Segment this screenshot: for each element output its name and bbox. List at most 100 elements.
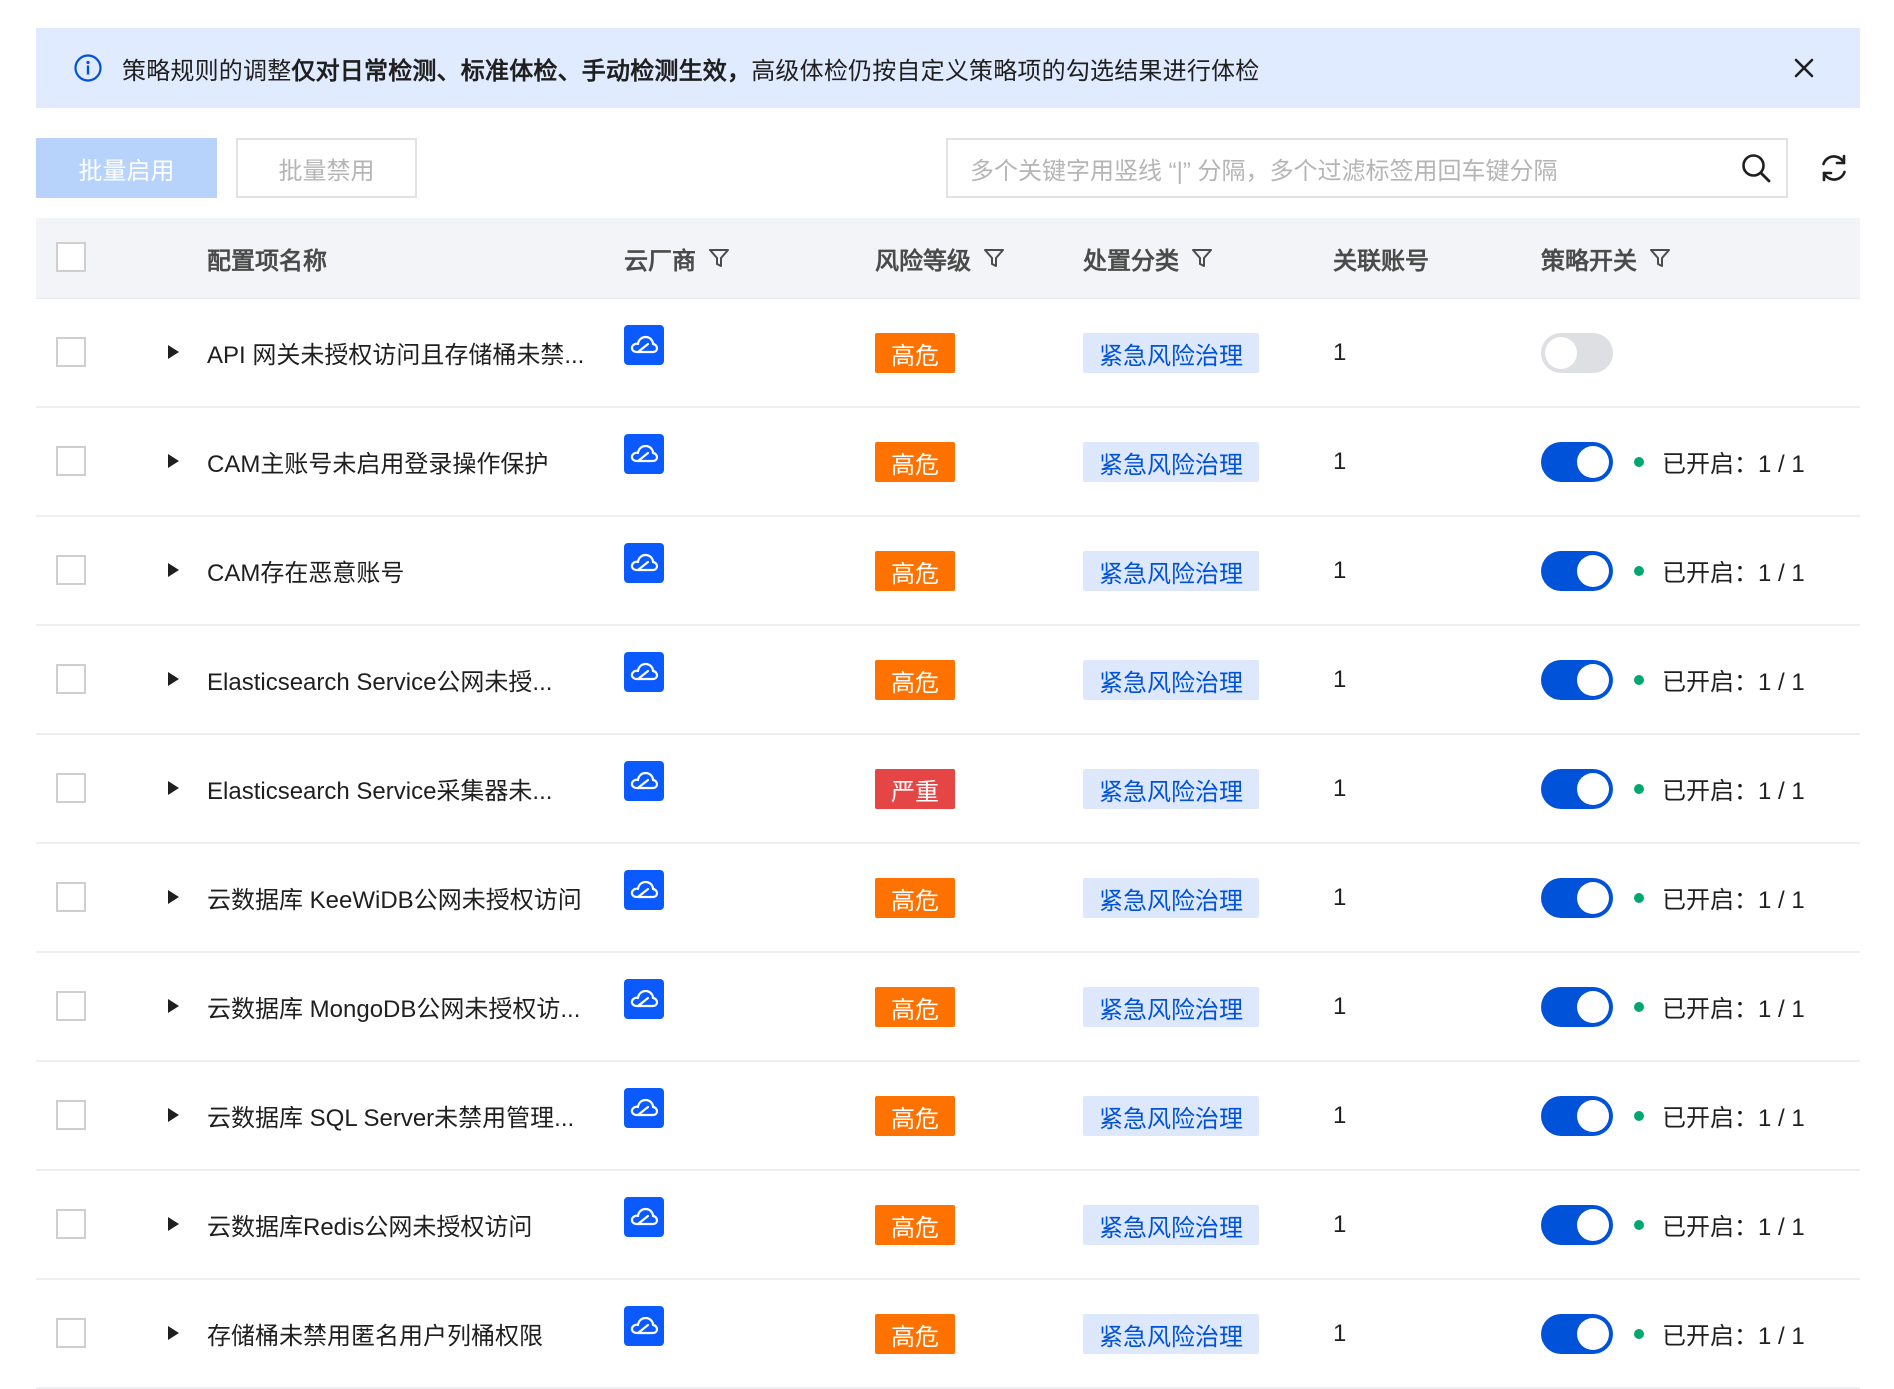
header-cloud-label: 云厂商 [624, 247, 696, 275]
tencent-cloud-icon [624, 1088, 664, 1128]
search-input[interactable]: 多个关键字用竖线 “|” 分隔，多个过滤标签用回车键分隔 [946, 138, 1788, 198]
strategy-switch[interactable] [1541, 878, 1613, 918]
switch-status-text: 已开启：1 / 1 [1662, 996, 1805, 1023]
risk-level-badge: 高危 [875, 1096, 955, 1136]
table-row[interactable]: 存储桶未禁用匿名用户列桶权限 高危 紧急风险治理 1 已开启：1 / 1 [36, 1280, 1860, 1389]
switch-status: 已开启：1 / 1 [1634, 408, 1805, 515]
caret-right-icon[interactable] [161, 340, 185, 364]
strategy-switch[interactable] [1541, 551, 1613, 591]
table-row[interactable]: 云数据库 SQL Server未禁用管理... 高危 紧急风险治理 1 已开启：… [36, 1062, 1860, 1171]
row-checkbox[interactable] [56, 1318, 86, 1348]
category-tag: 紧急风险治理 [1083, 987, 1259, 1027]
table-row[interactable]: 云数据库 MongoDB公网未授权访... 高危 紧急风险治理 1 已开启：1 … [36, 953, 1860, 1062]
status-dot-icon [1634, 1328, 1644, 1339]
config-item-name[interactable]: 云数据库Redis公网未授权访问 [207, 1171, 532, 1278]
strategy-switch[interactable] [1541, 769, 1613, 809]
refresh-icon[interactable] [1814, 148, 1854, 188]
strategy-switch[interactable] [1541, 1314, 1613, 1354]
status-dot-icon [1634, 783, 1644, 794]
table-row[interactable]: Elasticsearch Service采集器未... 严重 紧急风险治理 1… [36, 735, 1860, 844]
category-tag: 紧急风险治理 [1083, 660, 1259, 700]
row-checkbox[interactable] [56, 773, 86, 803]
search-placeholder: 多个关键字用竖线 “|” 分隔，多个过滤标签用回车键分隔 [970, 157, 1558, 185]
tencent-cloud-icon [624, 652, 664, 692]
tencent-cloud-icon [624, 325, 664, 365]
switch-status: 已开启：1 / 1 [1634, 735, 1805, 842]
risk-level-badge: 高危 [875, 333, 955, 373]
linked-account-count: 1 [1333, 1319, 1347, 1347]
tencent-cloud-icon [624, 434, 664, 474]
strategy-switch[interactable] [1541, 1096, 1613, 1136]
config-item-name[interactable]: Elasticsearch Service采集器未... [207, 735, 552, 842]
row-checkbox[interactable] [56, 337, 86, 367]
config-item-name[interactable]: 云数据库 KeeWiDB公网未授权访问 [207, 844, 582, 951]
config-item-name[interactable]: CAM存在恶意账号 [207, 517, 404, 624]
batch-disable-button[interactable]: 批量禁用 [236, 138, 417, 198]
config-item-name[interactable]: 云数据库 MongoDB公网未授权访... [207, 953, 580, 1060]
strategy-switch[interactable] [1541, 442, 1613, 482]
config-item-name[interactable]: API 网关未授权访问且存储桶未禁... [207, 299, 584, 406]
row-checkbox[interactable] [56, 1209, 86, 1239]
caret-right-icon[interactable] [161, 776, 185, 800]
caret-right-icon[interactable] [161, 1212, 185, 1236]
table-row[interactable]: CAM主账号未启用登录操作保护 高危 紧急风险治理 1 已开启：1 / 1 [36, 408, 1860, 517]
search-icon[interactable] [1726, 140, 1786, 196]
table-row[interactable]: CAM存在恶意账号 高危 紧急风险治理 1 已开启：1 / 1 [36, 517, 1860, 626]
caret-right-icon[interactable] [161, 1103, 185, 1127]
header-category-label: 处置分类 [1083, 247, 1179, 275]
caret-right-icon[interactable] [161, 558, 185, 582]
strategy-config-page: 策略规则的调整仅对日常检测、标准体检、手动检测生效，高级体检仍按自定义策略项的勾… [0, 0, 1894, 1389]
strategy-switch[interactable] [1541, 660, 1613, 700]
config-item-name[interactable]: CAM主账号未启用登录操作保护 [207, 408, 548, 515]
filter-icon[interactable] [983, 247, 1005, 269]
risk-level-badge: 高危 [875, 878, 955, 918]
table-row[interactable]: 云数据库Redis公网未授权访问 高危 紧急风险治理 1 已开启：1 / 1 [36, 1171, 1860, 1280]
info-circle-icon [72, 52, 104, 84]
header-cloud: 云厂商 [624, 218, 730, 298]
status-dot-icon [1634, 565, 1644, 576]
tencent-cloud-icon [624, 870, 664, 910]
header-switch-label: 策略开关 [1541, 247, 1637, 275]
filter-icon[interactable] [1649, 247, 1671, 269]
caret-right-icon[interactable] [161, 667, 185, 691]
strategy-switch[interactable] [1541, 1205, 1613, 1245]
row-checkbox[interactable] [56, 446, 86, 476]
row-checkbox[interactable] [56, 664, 86, 694]
switch-knob [1577, 664, 1609, 696]
caret-right-icon[interactable] [161, 449, 185, 473]
row-checkbox[interactable] [56, 991, 86, 1021]
tencent-cloud-icon [624, 1197, 664, 1237]
config-item-name[interactable]: 存储桶未禁用匿名用户列桶权限 [207, 1280, 543, 1387]
caret-right-icon[interactable] [161, 885, 185, 909]
linked-account-count: 1 [1333, 447, 1347, 475]
table-row[interactable]: Elasticsearch Service公网未授... 高危 紧急风险治理 1… [36, 626, 1860, 735]
strategy-switch[interactable] [1541, 987, 1613, 1027]
header-risk-label: 风险等级 [875, 247, 971, 275]
select-all-checkbox[interactable] [56, 242, 86, 272]
batch-enable-button[interactable]: 批量启用 [36, 138, 217, 198]
category-tag: 紧急风险治理 [1083, 333, 1259, 373]
filter-icon[interactable] [1191, 247, 1213, 269]
switch-knob [1577, 1318, 1609, 1350]
caret-right-icon[interactable] [161, 994, 185, 1018]
table-row[interactable]: 云数据库 KeeWiDB公网未授权访问 高危 紧急风险治理 1 已开启：1 / … [36, 844, 1860, 953]
header-switch: 策略开关 [1541, 218, 1671, 298]
linked-account-count: 1 [1333, 338, 1347, 366]
close-icon[interactable] [1788, 52, 1820, 84]
filter-icon[interactable] [708, 247, 730, 269]
row-checkbox[interactable] [56, 882, 86, 912]
strategy-switch[interactable] [1541, 333, 1613, 373]
switch-knob [1577, 446, 1609, 478]
table-row[interactable]: API 网关未授权访问且存储桶未禁... 高危 紧急风险治理 1 [36, 299, 1860, 408]
row-checkbox[interactable] [56, 555, 86, 585]
config-item-name[interactable]: Elasticsearch Service公网未授... [207, 626, 552, 733]
header-account: 关联账号 [1333, 218, 1429, 298]
config-item-name[interactable]: 云数据库 SQL Server未禁用管理... [207, 1062, 574, 1169]
row-checkbox[interactable] [56, 1100, 86, 1130]
caret-right-icon[interactable] [161, 1321, 185, 1345]
header-category: 处置分类 [1083, 218, 1213, 298]
switch-knob [1577, 1209, 1609, 1241]
switch-status-text: 已开启：1 / 1 [1662, 1105, 1805, 1132]
status-dot-icon [1634, 456, 1644, 467]
risk-level-badge: 严重 [875, 769, 955, 809]
